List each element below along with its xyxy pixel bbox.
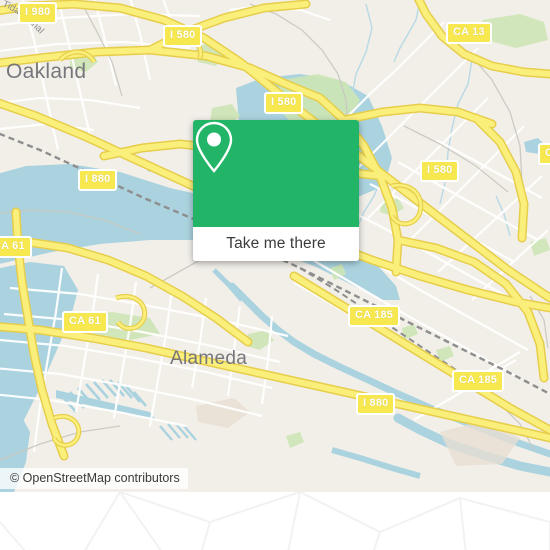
highway-shield-ca13[interactable]: CA 13: [446, 22, 492, 44]
highway-shield-i980[interactable]: I 980: [18, 2, 58, 24]
highway-shield-ca61[interactable]: CA 61: [62, 311, 108, 333]
take-me-there-button[interactable]: Take me there: [193, 227, 359, 261]
highway-shield-i880-nw[interactable]: I 880: [78, 169, 118, 191]
highway-shield-ca13-edge[interactable]: CA 13: [538, 143, 550, 165]
take-me-there-label: Take me there: [226, 235, 326, 252]
map-canvas[interactable]: Tidal Canal Oakland Alameda I 980 I 580 …: [0, 0, 550, 492]
highway-shield-i580-e[interactable]: I 580: [420, 160, 460, 182]
map-pin-icon: [195, 121, 233, 173]
map-screenshot: Tidal Canal Oakland Alameda I 980 I 580 …: [0, 0, 550, 550]
osm-attribution[interactable]: © OpenStreetMap contributors: [0, 468, 188, 489]
highway-shield-ca185-w[interactable]: CA 185: [348, 305, 401, 327]
footer-watermark-pattern: [0, 492, 550, 550]
take-me-there-card[interactable]: Take me there: [193, 120, 359, 261]
highway-shield-i580-nw[interactable]: I 580: [163, 25, 203, 47]
highway-shield-i880-s[interactable]: I 880: [356, 393, 396, 415]
highway-shield-ca61-edge[interactable]: CA 61: [0, 236, 32, 258]
card-pin-area: [193, 120, 359, 227]
highway-shield-ca185-e[interactable]: CA 185: [452, 370, 505, 392]
footer-bar: State of California Maintenance Stations…: [0, 492, 550, 550]
highway-shield-i580-n[interactable]: I 580: [264, 92, 304, 114]
place-label-alameda: Alameda: [170, 348, 248, 369]
place-label-oakland: Oakland: [6, 60, 87, 83]
